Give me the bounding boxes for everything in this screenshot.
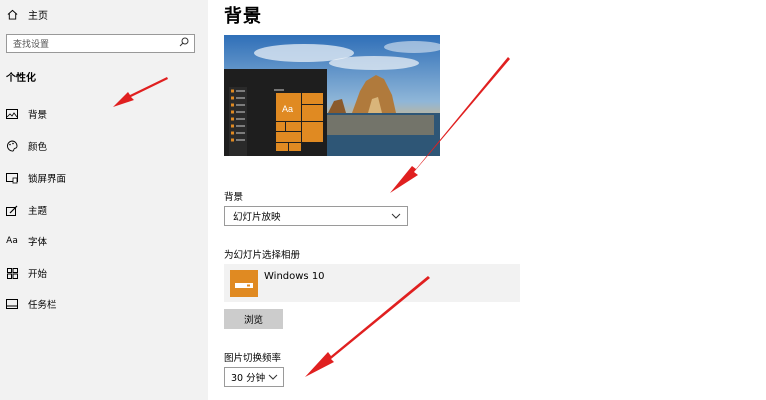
search-icon (179, 37, 189, 50)
frequency-value: 30 分钟 (231, 373, 266, 384)
browse-button[interactable]: 浏览 (224, 309, 283, 329)
landscape-preview-image: Aa (224, 35, 440, 156)
sidebar: 主页 查找设置 个性化 背景 颜色 锁屏界面 主题 Aa 字体 开始 任务栏 (0, 0, 208, 400)
main-panel: 背景 Aa 背景 幻灯片放映 为幻灯片选择相册 Windows 10 浏览 图片… (208, 0, 766, 400)
background-type-value: 幻灯片放映 (233, 212, 281, 223)
home-label: 主页 (28, 10, 48, 22)
home-link[interactable]: 主页 (6, 6, 48, 22)
sidebar-item-colors[interactable]: 颜色 (6, 138, 47, 154)
frequency-label: 图片切换频率 (224, 353, 282, 364)
sidebar-item-label: 颜色 (28, 142, 48, 153)
background-type-dropdown[interactable]: 幻灯片放映 (224, 206, 408, 226)
search-input[interactable]: 查找设置 (6, 34, 195, 53)
chevron-down-icon (391, 211, 401, 222)
sidebar-item-label: 背景 (28, 110, 48, 121)
sidebar-item-fonts[interactable]: Aa 字体 (6, 233, 47, 249)
background-preview: Aa (224, 35, 440, 156)
album-item[interactable]: Windows 10 (224, 264, 520, 302)
sidebar-item-start[interactable]: 开始 (6, 265, 47, 281)
theme-icon (6, 204, 18, 216)
album-label: 为幻灯片选择相册 (224, 250, 301, 261)
preview-tile-text: Aa (282, 104, 293, 114)
sidebar-item-label: 开始 (28, 269, 48, 280)
background-type-label: 背景 (224, 192, 244, 203)
lock-screen-icon (6, 172, 18, 184)
home-icon (6, 8, 18, 20)
taskbar-icon (6, 298, 18, 310)
sidebar-item-label: 锁屏界面 (28, 174, 67, 185)
section-title: 个性化 (6, 73, 36, 84)
sidebar-item-label: 字体 (28, 237, 48, 248)
start-icon (6, 267, 18, 279)
frequency-dropdown[interactable]: 30 分钟 (224, 367, 284, 387)
page-title: 背景 (224, 6, 262, 27)
chevron-down-icon (268, 372, 278, 383)
sidebar-item-taskbar[interactable]: 任务栏 (6, 296, 57, 312)
search-placeholder: 查找设置 (13, 40, 50, 50)
sidebar-item-themes[interactable]: 主题 (6, 202, 47, 218)
folder-icon (230, 270, 258, 297)
sidebar-item-label: 主题 (28, 206, 48, 217)
sidebar-item-label: 任务栏 (28, 300, 57, 311)
album-name: Windows 10 (264, 271, 325, 282)
font-icon: Aa (6, 236, 18, 246)
picture-icon (6, 108, 18, 120)
sidebar-item-background[interactable]: 背景 (6, 106, 47, 122)
palette-icon (6, 140, 18, 152)
sidebar-item-lock-screen[interactable]: 锁屏界面 (6, 170, 66, 186)
